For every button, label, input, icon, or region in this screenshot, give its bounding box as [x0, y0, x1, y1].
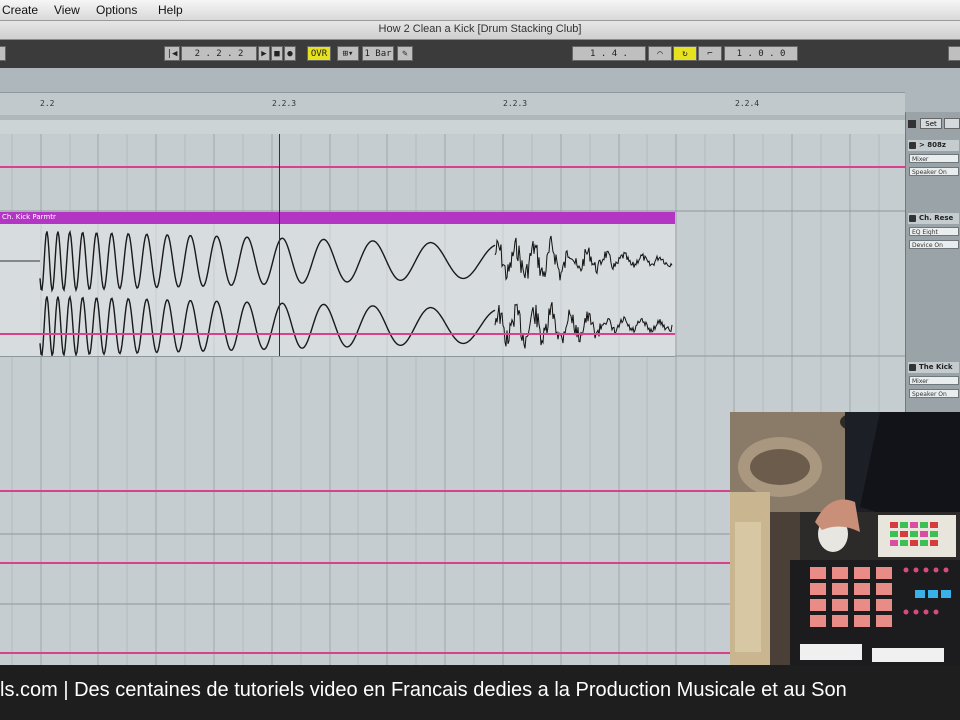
menu-create[interactable]: Create [2, 3, 38, 17]
fold-icon[interactable] [909, 142, 916, 149]
playhead[interactable] [279, 134, 280, 356]
caption-text: ls.com | Des centaines de tutoriels vide… [0, 679, 847, 701]
play-icon[interactable]: ▶ [258, 46, 270, 61]
device-chooser[interactable]: EQ Eight [909, 227, 959, 236]
stop-icon[interactable]: ■ [271, 46, 283, 61]
ruler-marker: 2.2.3 [272, 99, 297, 108]
ruler-marker: 2.2.4 [735, 99, 760, 108]
parameter-chooser[interactable]: Device On [909, 240, 959, 249]
fold-icon[interactable] [909, 364, 916, 371]
quantize-select[interactable]: 1 Bar [362, 46, 394, 61]
metronome-button[interactable]: ⊞▾ [337, 46, 359, 61]
pencil-icon[interactable]: ✎ [397, 46, 413, 61]
waveform [0, 224, 675, 356]
punch-out-icon[interactable]: ⌐ [698, 46, 722, 61]
track-header[interactable]: > 808z [908, 140, 959, 151]
punch-in-icon[interactable]: ⌒ [648, 46, 672, 61]
loop-start-display[interactable]: 1 . 4 . [572, 46, 646, 61]
webcam-overlay [730, 412, 960, 665]
option-button[interactable] [944, 118, 960, 129]
parameter-chooser[interactable]: Speaker On [909, 167, 959, 176]
clip-header[interactable]: Ch. Kick Parmtr [0, 212, 675, 224]
device-chooser[interactable]: Mixer [909, 154, 959, 163]
rewind-button[interactable]: |◀ [164, 46, 180, 61]
fold-icon[interactable] [908, 120, 916, 128]
transport-bar: |◀ 2 . 2 . 2 ▶ ■ ● OVR ⊞▾ 1 Bar ✎ 1 . 4 … [0, 40, 960, 69]
webcam-image [730, 412, 960, 665]
menu-view[interactable]: View [54, 3, 80, 17]
clip-name: Ch. Kick Parmtr [2, 213, 56, 221]
loop-toggle-button[interactable]: ↻ [673, 46, 697, 61]
audio-clip[interactable]: Ch. Kick Parmtr [0, 212, 675, 357]
loop-length-display[interactable]: 1 . 0 . 0 [724, 46, 798, 61]
window-title: How 2 Clean a Kick [Drum Stacking Club] [378, 23, 582, 35]
caption-bar: ls.com | Des centaines de tutoriels vide… [0, 665, 960, 720]
record-icon[interactable]: ● [284, 46, 296, 61]
parameter-chooser[interactable]: Speaker On [909, 389, 959, 398]
right-edge-button[interactable] [948, 46, 960, 61]
beat-time-ruler[interactable]: 2.2 2.2.3 2.2.3 2.2.4 [0, 92, 905, 115]
song-position-display[interactable]: 2 . 2 . 2 [181, 46, 257, 61]
menu-bar: Create View Options Help [0, 0, 960, 21]
track-header[interactable]: The Kick [908, 362, 959, 373]
ruler-marker: 2.2.3 [503, 99, 528, 108]
automation-line[interactable] [0, 166, 905, 168]
ruler-marker: 2.2 [40, 99, 55, 108]
fold-icon[interactable] [909, 215, 916, 222]
track-header[interactable]: Ch. Rese [908, 213, 959, 224]
overdub-button[interactable]: OVR [307, 46, 331, 61]
menu-options[interactable]: Options [96, 3, 137, 17]
left-edge-button[interactable] [0, 46, 6, 61]
device-chooser[interactable]: Mixer [909, 376, 959, 385]
set-button[interactable]: Set [920, 118, 942, 129]
loop-brace-bar[interactable] [0, 120, 905, 135]
menu-help[interactable]: Help [158, 3, 183, 17]
window-title-bar: How 2 Clean a Kick [Drum Stacking Club] [0, 21, 960, 40]
